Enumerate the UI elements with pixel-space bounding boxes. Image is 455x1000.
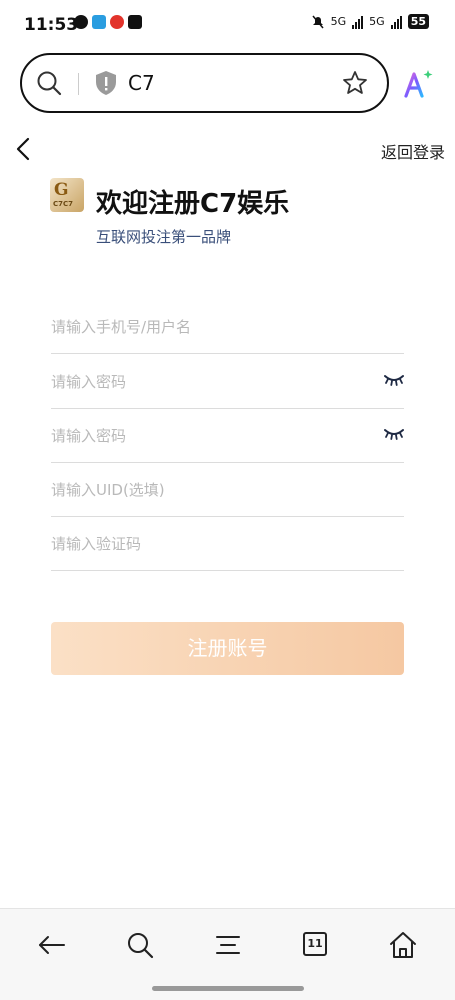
bookmark-star-icon[interactable] <box>341 69 369 97</box>
page-subtitle: 互联网投注第一品牌 <box>96 228 232 246</box>
home-icon[interactable] <box>387 929 419 961</box>
status-bar: 11:53 5G 5G 55 <box>0 0 455 48</box>
network-type-1: 5G <box>330 15 347 28</box>
signal-icon <box>352 15 364 29</box>
browser-bottom-bar: 11 <box>0 908 455 1000</box>
confirm-password-field[interactable]: 请输入密码 <box>51 409 404 463</box>
logo-text: C7C7 <box>53 200 74 208</box>
c7-logo: G C7C7 <box>50 178 84 212</box>
url-bar[interactable]: C7 <box>20 53 389 113</box>
register-button[interactable]: 注册账号 <box>51 622 404 675</box>
logo-mark: G <box>54 180 69 200</box>
shield-icon[interactable] <box>94 69 118 97</box>
eye-closed-icon[interactable] <box>384 427 404 441</box>
username-placeholder: 请输入手机号/用户名 <box>51 318 192 336</box>
signal-icon <box>390 15 402 29</box>
back-to-login-link[interactable]: 返回登录 <box>381 139 445 163</box>
search-icon <box>37 71 62 96</box>
tiktok-icon <box>128 15 142 29</box>
search-icon[interactable] <box>124 929 156 961</box>
telegram-icon <box>92 15 106 29</box>
back-arrow-icon[interactable] <box>14 136 34 162</box>
uid-placeholder: 请输入UID(选填) <box>51 481 165 499</box>
url-text[interactable]: C7 <box>128 71 155 95</box>
back-icon[interactable] <box>36 929 68 961</box>
mute-icon <box>312 15 324 28</box>
menu-icon[interactable] <box>212 929 244 961</box>
battery-icon: 55 <box>407 14 429 29</box>
network-type-2: 5G <box>369 15 385 28</box>
username-field[interactable]: 请输入手机号/用户名 <box>51 300 404 354</box>
home-indicator[interactable] <box>152 986 304 991</box>
verification-code-field[interactable]: 请输入验证码 <box>51 517 404 571</box>
status-time: 11:53 <box>24 15 79 35</box>
eye-closed-icon[interactable] <box>384 373 404 387</box>
tabs-button[interactable]: 11 <box>303 932 327 956</box>
confirm-password-placeholder: 请输入密码 <box>51 427 127 445</box>
password-placeholder: 请输入密码 <box>51 373 127 391</box>
password-field[interactable]: 请输入密码 <box>51 355 404 409</box>
url-divider <box>78 73 79 95</box>
page-title: 欢迎注册C7娱乐 <box>96 189 290 219</box>
weibo-icon <box>110 15 124 29</box>
qq-icon <box>74 15 88 29</box>
verification-code-placeholder: 请输入验证码 <box>51 535 142 553</box>
system-icons: 5G 5G 55 <box>311 14 429 29</box>
uid-field[interactable]: 请输入UID(选填) <box>51 463 404 517</box>
notification-icons <box>74 15 142 29</box>
ai-assistant-icon[interactable] <box>402 68 434 100</box>
